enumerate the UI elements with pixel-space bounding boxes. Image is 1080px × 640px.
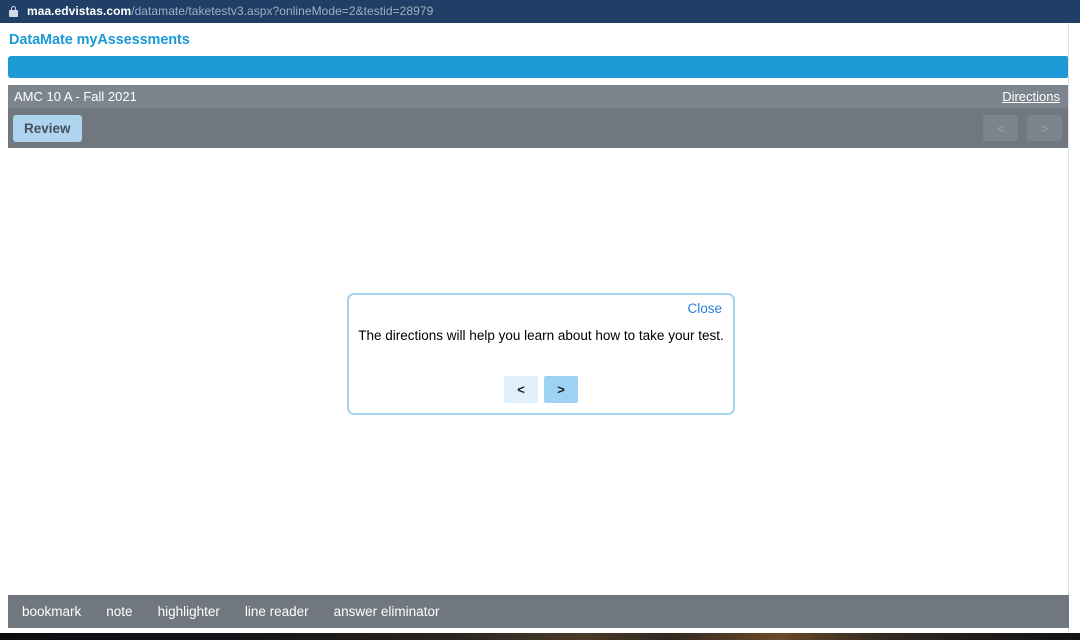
test-header-title-row: AMC 10 A - Fall 2021 Directions: [8, 85, 1069, 108]
tool-answer-eliminator[interactable]: answer eliminator: [334, 604, 440, 619]
test-content-area: Close The directions will help you learn…: [0, 150, 1068, 587]
modal-nav-group: < >: [349, 376, 733, 403]
modal-next-button[interactable]: >: [544, 376, 578, 403]
tool-bookmark[interactable]: bookmark: [22, 604, 81, 619]
directions-modal: Close The directions will help you learn…: [347, 293, 735, 415]
directions-link[interactable]: Directions: [1002, 89, 1060, 104]
url-path: /datamate/taketestv3.aspx?onlineMode=2&t…: [131, 4, 434, 18]
test-title: AMC 10 A - Fall 2021: [14, 89, 137, 104]
url-text: maa.edvistas.com/datamate/taketestv3.asp…: [27, 0, 433, 23]
url-domain: maa.edvistas.com: [27, 4, 132, 18]
test-header: AMC 10 A - Fall 2021 Directions Review <…: [8, 85, 1069, 148]
modal-previous-button[interactable]: <: [504, 376, 538, 403]
previous-question-button: <: [983, 115, 1018, 141]
vertical-scrollbar[interactable]: [1068, 23, 1080, 633]
next-question-button: >: [1027, 115, 1062, 141]
modal-close-link[interactable]: Close: [687, 301, 722, 316]
tool-note[interactable]: note: [106, 604, 132, 619]
browser-url-bar[interactable]: maa.edvistas.com/datamate/taketestv3.asp…: [0, 0, 1080, 23]
app-page: DataMate myAssessments AMC 10 A - Fall 2…: [0, 23, 1080, 633]
test-tools-bar: bookmark note highlighter line reader an…: [8, 595, 1069, 628]
brand-navigation-bar: [8, 56, 1069, 78]
lock-icon: [9, 6, 18, 17]
modal-message: The directions will help you learn about…: [358, 328, 724, 343]
question-nav-group: < >: [983, 115, 1062, 141]
tool-highlighter[interactable]: highlighter: [158, 604, 220, 619]
tool-line-reader[interactable]: line reader: [245, 604, 309, 619]
offscreen-content-sliver: [0, 633, 1080, 640]
test-toolbar-row: Review < >: [8, 108, 1069, 148]
app-title: DataMate myAssessments: [9, 32, 190, 48]
review-button[interactable]: Review: [13, 114, 82, 142]
